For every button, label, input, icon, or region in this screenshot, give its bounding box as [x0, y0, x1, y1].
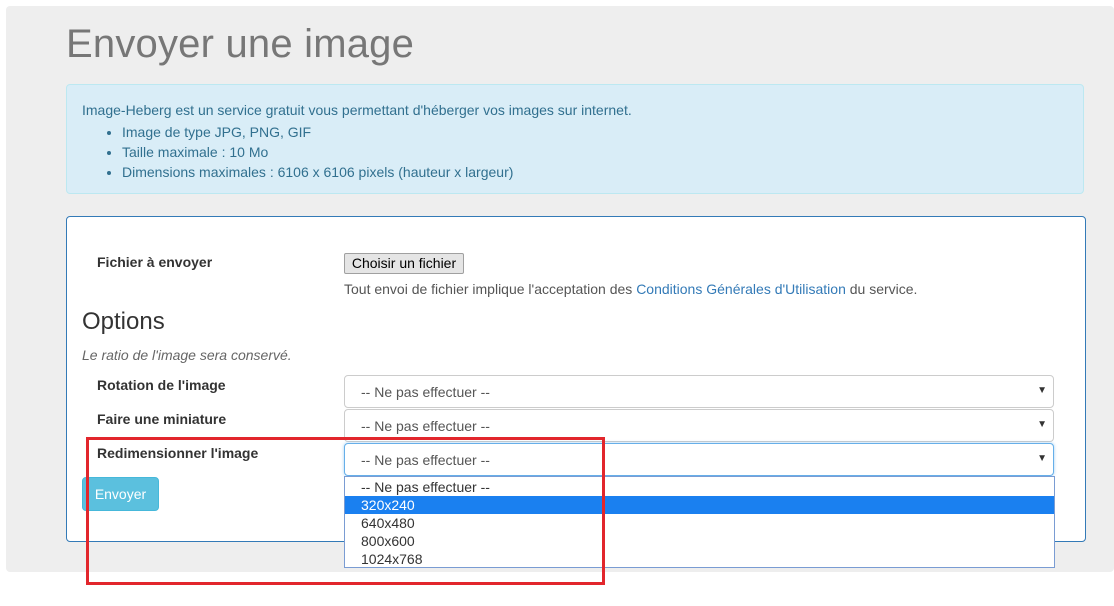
info-list: Image de type JPG, PNG, GIF Taille maxim… — [82, 122, 513, 182]
dropdown-option[interactable]: 1024x768 — [345, 550, 1054, 568]
chevron-down-icon: ▼ — [1037, 385, 1047, 396]
ratio-note: Le ratio de l'image sera conservé. — [82, 347, 292, 363]
submit-button[interactable]: Envoyer — [82, 477, 159, 511]
info-intro: Image-Heberg est un service gratuit vous… — [82, 102, 632, 118]
resize-dropdown-list: -- Ne pas effectuer -- 320x240 640x480 800x… — [344, 476, 1055, 568]
file-label: Fichier à envoyer — [97, 254, 213, 270]
options-heading: Options — [82, 308, 165, 335]
thumbnail-label: Faire une miniature — [97, 411, 227, 427]
dropdown-option[interactable]: 640x480 — [345, 514, 1054, 532]
terms-prefix: Tout envoi de fichier implique l'accepta… — [344, 281, 637, 297]
list-item: Image de type JPG, PNG, GIF — [122, 122, 513, 142]
resize-select[interactable]: -- Ne pas effectuer -- ▼ — [344, 443, 1054, 476]
page-title: Envoyer une image — [66, 22, 415, 66]
list-item: Taille maximale : 10 Mo — [122, 142, 513, 162]
rotation-label: Rotation de l'image — [97, 377, 226, 393]
chevron-down-icon: ▼ — [1037, 419, 1047, 430]
terms-note: Tout envoi de fichier implique l'accepta… — [344, 281, 917, 297]
dropdown-option[interactable]: -- Ne pas effectuer -- — [345, 478, 1054, 496]
rotation-select-value: -- Ne pas effectuer -- — [361, 384, 490, 400]
rotation-select[interactable]: -- Ne pas effectuer -- ▼ — [344, 375, 1054, 408]
thumbnail-select[interactable]: -- Ne pas effectuer -- ▼ — [344, 409, 1054, 442]
choose-file-button[interactable]: Choisir un fichier — [344, 253, 464, 274]
terms-suffix: du service. — [845, 281, 918, 297]
terms-link[interactable]: Conditions Générales d'Utilisation — [636, 281, 846, 297]
info-box: Image-Heberg est un service gratuit vous… — [66, 84, 1084, 194]
thumbnail-select-value: -- Ne pas effectuer -- — [361, 418, 490, 434]
dropdown-option[interactable]: 800x600 — [345, 532, 1054, 550]
list-item: Dimensions maximales : 6106 x 6106 pixel… — [122, 162, 513, 182]
chevron-down-icon: ▼ — [1037, 453, 1047, 464]
resize-label: Redimensionner l'image — [97, 445, 259, 461]
dropdown-option[interactable]: 320x240 — [345, 496, 1054, 514]
resize-select-value: -- Ne pas effectuer -- — [361, 452, 490, 468]
